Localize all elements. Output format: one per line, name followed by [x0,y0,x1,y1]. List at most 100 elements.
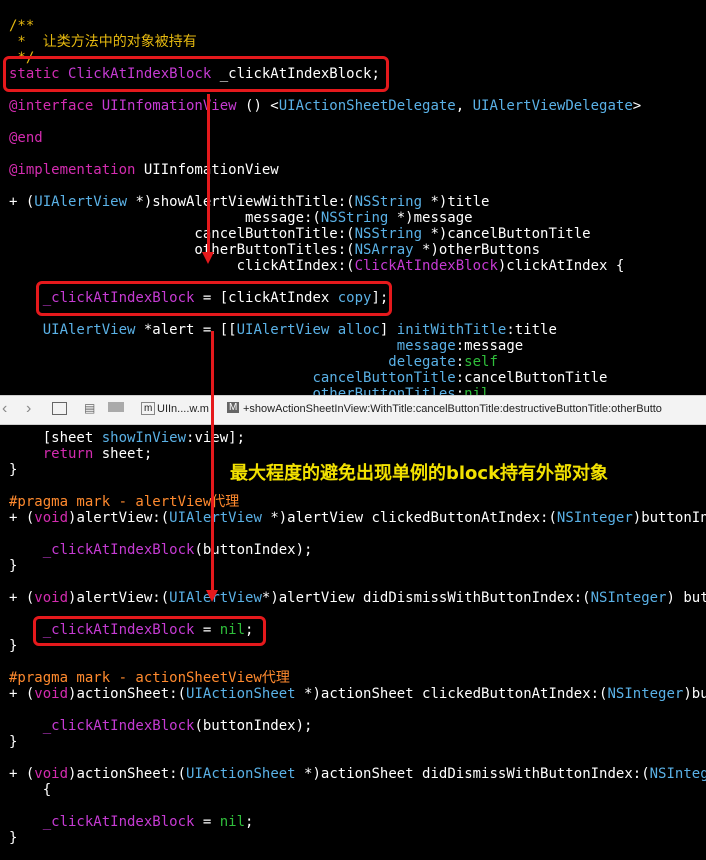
code-line: } [9,638,17,654]
code-token: (buttonIndex); [194,718,313,734]
code-line: cancelButtonTitle:cancelButtonTitle [9,370,607,386]
code-token: #pragma mark - actionSheetView代理 [9,670,290,686]
code-token: self [464,354,498,370]
code-line: /** [9,18,34,34]
code-token: )clickAtIndex { [497,258,625,274]
code-token: } [9,558,18,574]
code-token: :message [455,338,524,354]
code-token: *)showAlertViewWithTitle:( [135,194,355,210]
code-line: + (void)actionSheet:(UIActionSheet *)act… [9,766,706,782]
code-token: > [632,98,642,114]
code-token: *)cancelButtonTitle [430,226,591,242]
code-token: )alertView:( [68,510,170,526]
code-token: } [9,734,18,750]
code-token: void [34,766,69,782]
code-token: UIInfomationView [101,98,246,114]
code-line: _clickAtIndexBlock(buttonIndex); [9,718,313,734]
code-token: _clickAtIndexBlock [42,718,195,734]
code-token: showInView [101,430,187,446]
document-icon[interactable]: ▤ [84,401,95,415]
code-token: , [455,98,473,114]
code-token: + ( [9,686,35,702]
method-name-item[interactable]: +showActionSheetInView:WithTitle:cancelB… [243,403,662,415]
code-line: } [9,462,17,478]
code-token: + ( [9,590,35,606]
code-line: message:(NSString *)message [9,210,473,226]
code-token: *)alertView didDismissWithButtonIndex:( [261,590,591,606]
code-line: } [9,734,17,750]
arrow-line-2 [211,331,214,593]
folder-icon[interactable] [108,402,124,412]
code-line: } [9,558,17,574]
file-name-item[interactable]: UIIn....w.m [157,403,209,415]
code-token: NSInteger [607,686,684,702]
code-token: NSInteger [590,590,667,606]
code-token: UIActionSheetDelegate [278,98,456,114]
code-token: = [202,814,220,830]
code-token: delegate [388,354,456,370]
code-token: NSString [320,210,397,226]
code-token: *)title [430,194,490,210]
code-token: [sheet [9,430,102,446]
code-line: delegate:self [9,354,498,370]
code-token: alloc [337,322,380,338]
back-arrow-icon[interactable]: ‹ [2,400,7,418]
forward-arrow-icon[interactable]: › [26,400,31,418]
jump-bar: ‹ › ▤ m UIIn....w.m M +showActionSheetIn… [0,395,706,425]
code-token: () < [245,98,279,114]
code-token: /** [9,18,35,34]
code-line: otherButtonTitles:(NSArray *)otherButton… [9,242,540,258]
code-line: message:message [9,338,523,354]
code-token: UIAlertView [169,510,271,526]
code-token: message [396,338,456,354]
code-line: clickAtIndex:(ClickAtIndexBlock)clickAtI… [9,258,625,274]
file-badge-icon: m [141,402,156,415]
code-token: + ( [9,510,35,526]
code-token: UIAlertViewDelegate [472,98,633,114]
code-line: @interface UIInfomationView () <UIAction… [9,98,641,114]
code-token: return [42,446,102,462]
code-token: _clickAtIndexBlock [42,542,195,558]
code-token: } [9,462,18,478]
code-token: initWithTitle [396,322,507,338]
code-token: )buttonIn [632,510,706,526]
related-items-icon[interactable] [52,402,67,415]
code-line: [sheet showInView:view]; [9,430,245,446]
arrow-head-1 [202,252,214,264]
code-token: NSInteg [649,766,706,782]
code-token: NSInteger [556,510,633,526]
code-line: * 让类方法中的对象被持有 [9,34,197,50]
code-token: )actionSheet:( [68,766,187,782]
code-token: NSString [354,194,431,210]
code-token: clickAtIndex:( [9,258,355,274]
code-token: @end [9,130,43,146]
code-line: cancelButtonTitle:(NSString *)cancelButt… [9,226,591,242]
code-token: { [9,782,52,798]
code-token: ) but [666,590,706,606]
code-token: message:( [9,210,321,226]
code-token: *)otherButtons [422,242,541,258]
code-token: } [9,638,18,654]
code-token: + ( [9,194,35,210]
code-line: } [9,830,17,846]
code-token: ] [379,322,397,338]
highlight-box-copy [36,281,392,316]
code-token: @interface [9,98,102,114]
code-line: _clickAtIndexBlock(buttonIndex); [9,542,313,558]
code-token: UIAlertView [236,322,338,338]
code-line: @implementation UIInfomationView [9,162,279,178]
code-token: : [455,354,465,370]
code-token: )bu [683,686,706,702]
code-token: *alert = [[ [143,322,237,338]
code-line: { [9,782,51,798]
code-token: UIAlertView [42,322,144,338]
code-token: } [9,830,18,846]
code-token: sheet; [101,446,153,462]
code-token: * 让类方法中的对象被持有 [9,34,197,50]
